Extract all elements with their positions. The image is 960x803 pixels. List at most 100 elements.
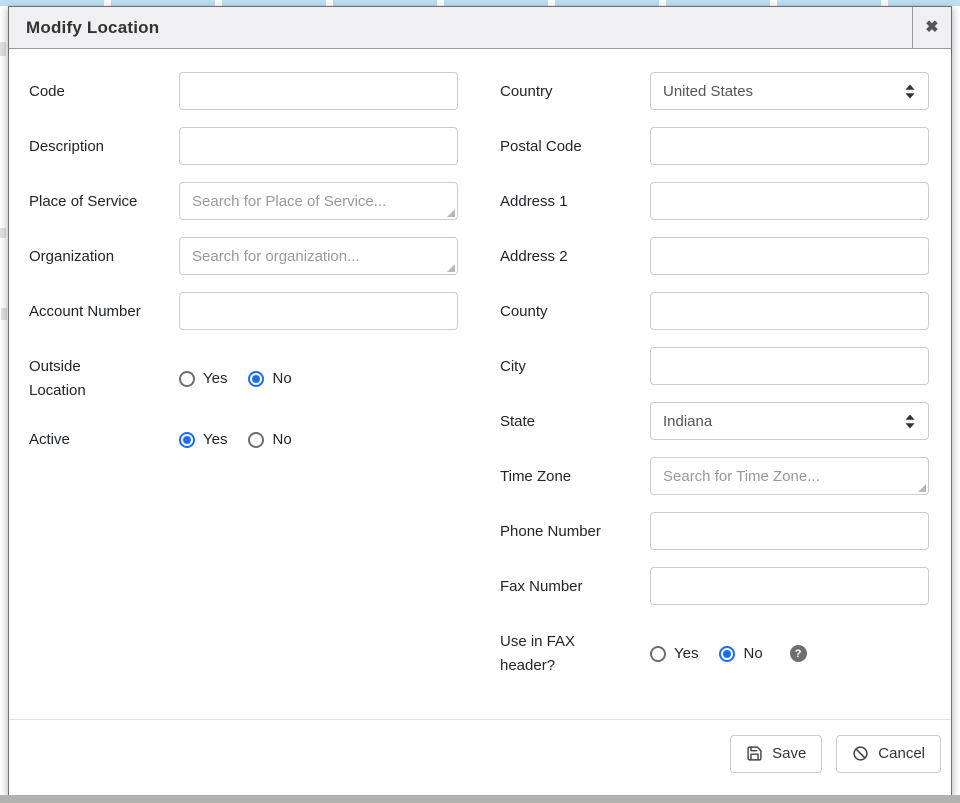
county-input[interactable] <box>650 292 929 330</box>
active-label: Active <box>29 420 179 452</box>
address2-row: Address 2 <box>500 237 929 275</box>
radio-icon <box>650 646 666 662</box>
account-number-label: Account Number <box>29 292 179 330</box>
background-page-fragment <box>0 42 6 56</box>
outside-location-row: Outside Location Yes No <box>29 347 458 403</box>
background-page-fragment <box>0 228 6 238</box>
state-row: State Indiana <box>500 402 929 440</box>
code-input[interactable] <box>179 72 458 110</box>
modal-body: Code Description Place of Service <box>9 49 951 719</box>
state-select[interactable]: Indiana <box>650 402 929 440</box>
active-yes-radio[interactable]: Yes <box>179 431 227 448</box>
radio-icon <box>179 432 195 448</box>
radio-label: No <box>272 431 291 448</box>
state-select-value: Indiana <box>663 413 712 430</box>
left-column: Code Description Place of Service <box>29 72 458 695</box>
code-label: Code <box>29 72 179 110</box>
background-bottom-strip <box>0 795 960 803</box>
radio-icon <box>248 371 264 387</box>
combo-grip-icon <box>447 209 455 217</box>
use-in-fax-header-row: Use in FAX header? Yes No ? <box>500 622 929 678</box>
description-row: Description <box>29 127 458 165</box>
combo-grip-icon <box>447 264 455 272</box>
city-input[interactable] <box>650 347 929 385</box>
account-number-row: Account Number <box>29 292 458 330</box>
combo-grip-icon <box>918 484 926 492</box>
place-of-service-combobox[interactable] <box>179 182 458 220</box>
page: Modify Location ✖ Code Description <box>0 0 960 803</box>
postal-code-label: Postal Code <box>500 127 650 165</box>
account-number-input[interactable] <box>179 292 458 330</box>
city-row: City <box>500 347 929 385</box>
description-label: Description <box>29 127 179 165</box>
use-in-fax-header-yes-radio[interactable]: Yes <box>650 645 698 662</box>
phone-number-input[interactable] <box>650 512 929 550</box>
fax-number-row: Fax Number <box>500 567 929 605</box>
country-select[interactable]: United States <box>650 72 929 110</box>
active-no-radio[interactable]: No <box>248 431 291 448</box>
use-in-fax-header-label: Use in FAX header? <box>500 622 650 678</box>
city-label: City <box>500 347 650 385</box>
address1-row: Address 1 <box>500 182 929 220</box>
description-input[interactable] <box>179 127 458 165</box>
radio-label: Yes <box>203 370 227 387</box>
country-row: Country United States <box>500 72 929 110</box>
organization-combobox[interactable] <box>179 237 458 275</box>
code-row: Code <box>29 72 458 110</box>
organization-label: Organization <box>29 237 179 275</box>
organization-row: Organization <box>29 237 458 275</box>
radio-icon <box>179 371 195 387</box>
cancel-button-label: Cancel <box>878 745 925 762</box>
modal-title: Modify Location <box>9 7 912 48</box>
fax-number-label: Fax Number <box>500 567 650 605</box>
postal-code-row: Postal Code <box>500 127 929 165</box>
address2-input[interactable] <box>650 237 929 275</box>
time-zone-label: Time Zone <box>500 457 650 495</box>
radio-label: Yes <box>203 431 227 448</box>
radio-label: Yes <box>674 645 698 662</box>
outside-location-no-radio[interactable]: No <box>248 370 291 387</box>
use-in-fax-header-no-radio[interactable]: No <box>719 645 762 662</box>
address1-input[interactable] <box>650 182 929 220</box>
modal-header: Modify Location ✖ <box>9 7 951 49</box>
place-of-service-row: Place of Service <box>29 182 458 220</box>
radio-icon <box>248 432 264 448</box>
modify-location-modal: Modify Location ✖ Code Description <box>8 6 952 796</box>
radio-label: No <box>272 370 291 387</box>
address2-label: Address 2 <box>500 237 650 275</box>
save-button-label: Save <box>772 745 806 762</box>
help-icon[interactable]: ? <box>790 645 807 662</box>
background-page-fragment <box>1 308 7 320</box>
county-row: County <box>500 292 929 330</box>
time-zone-combobox[interactable] <box>650 457 929 495</box>
select-arrows-icon <box>904 84 916 99</box>
county-label: County <box>500 292 650 330</box>
active-radio-group: Yes No <box>179 420 458 452</box>
postal-code-input[interactable] <box>650 127 929 165</box>
address1-label: Address 1 <box>500 182 650 220</box>
right-column: Country United States Postal Code <box>500 72 929 695</box>
country-select-value: United States <box>663 83 753 100</box>
save-icon <box>746 745 763 762</box>
country-label: Country <box>500 72 650 110</box>
save-button[interactable]: Save <box>730 735 822 773</box>
radio-label: No <box>743 645 762 662</box>
outside-location-label: Outside Location <box>29 347 179 403</box>
phone-number-row: Phone Number <box>500 512 929 550</box>
phone-number-label: Phone Number <box>500 512 650 550</box>
place-of-service-label: Place of Service <box>29 182 179 220</box>
close-icon: ✖ <box>925 20 938 36</box>
fax-number-input[interactable] <box>650 567 929 605</box>
outside-location-radio-group: Yes No <box>179 347 458 403</box>
time-zone-row: Time Zone <box>500 457 929 495</box>
cancel-button[interactable]: Cancel <box>836 735 941 773</box>
active-row: Active Yes No <box>29 420 458 452</box>
use-in-fax-header-radio-group: Yes No ? <box>650 622 929 678</box>
radio-icon <box>719 646 735 662</box>
close-button[interactable]: ✖ <box>912 7 951 48</box>
select-arrows-icon <box>904 414 916 429</box>
outside-location-yes-radio[interactable]: Yes <box>179 370 227 387</box>
modal-footer: Save Cancel <box>9 719 951 795</box>
state-label: State <box>500 402 650 440</box>
cancel-icon <box>852 745 869 762</box>
